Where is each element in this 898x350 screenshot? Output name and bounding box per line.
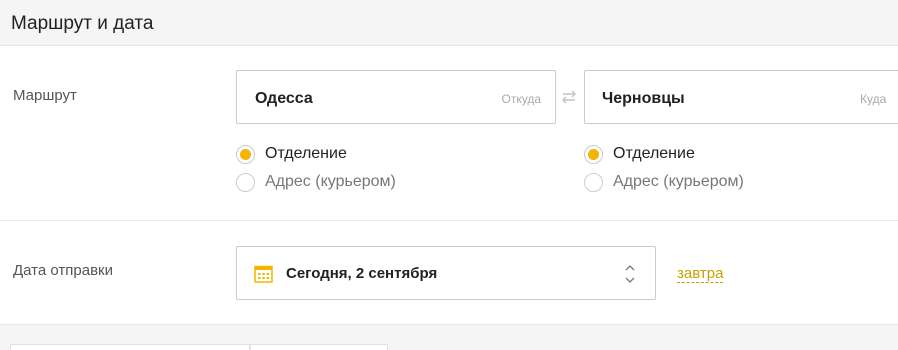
date-label: Дата отправки bbox=[13, 262, 113, 279]
route-label: Маршрут bbox=[13, 87, 77, 104]
swap-arrows-icon[interactable] bbox=[560, 88, 578, 106]
radio-checked-icon bbox=[236, 144, 255, 164]
to-option-courier-label: Адрес (курьером) bbox=[613, 173, 744, 190]
next-section-tab[interactable] bbox=[250, 344, 388, 350]
to-delivery-options: Отделение Адрес (курьером) bbox=[584, 140, 744, 196]
row-divider bbox=[0, 220, 898, 221]
to-city-hint: Куда bbox=[860, 92, 887, 106]
to-city-value: Черновцы bbox=[602, 90, 685, 107]
from-city-hint: Откуда bbox=[501, 92, 542, 106]
to-option-courier[interactable]: Адрес (курьером) bbox=[584, 168, 744, 196]
radio-unchecked-icon bbox=[236, 172, 255, 192]
date-value: Сегодня, 2 сентября bbox=[286, 265, 438, 282]
radio-checked-icon bbox=[584, 144, 603, 164]
route-date-panel: Маршрут Одесса Откуда Черновцы Куда Отде… bbox=[0, 46, 898, 324]
to-option-branch-label: Отделение bbox=[613, 145, 695, 162]
from-option-courier-label: Адрес (курьером) bbox=[265, 173, 396, 190]
radio-unchecked-icon bbox=[584, 172, 603, 192]
section-header: Маршрут и дата bbox=[0, 0, 898, 46]
section-title: Маршрут и дата bbox=[11, 13, 154, 34]
tomorrow-link[interactable]: завтра bbox=[677, 265, 724, 283]
from-option-branch-label: Отделение bbox=[265, 145, 347, 162]
from-option-courier[interactable]: Адрес (курьером) bbox=[236, 168, 396, 196]
calendar-icon bbox=[254, 265, 273, 283]
from-option-branch[interactable]: Отделение bbox=[236, 140, 396, 168]
from-city-field[interactable]: Одесса Откуда bbox=[236, 70, 556, 124]
to-option-branch[interactable]: Отделение bbox=[584, 140, 744, 168]
from-city-value: Одесса bbox=[255, 90, 313, 107]
chevron-up-down-icon bbox=[625, 265, 635, 283]
next-section-tab[interactable] bbox=[10, 344, 250, 350]
from-delivery-options: Отделение Адрес (курьером) bbox=[236, 140, 396, 196]
date-select[interactable]: Сегодня, 2 сентября bbox=[236, 246, 656, 300]
to-city-field[interactable]: Черновцы Куда bbox=[584, 70, 898, 124]
